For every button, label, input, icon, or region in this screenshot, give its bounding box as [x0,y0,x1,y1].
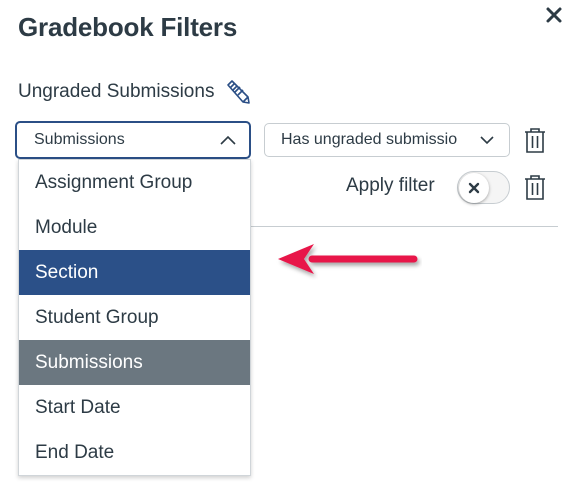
menu-item-label: Start Date [35,396,121,418]
menu-item-assignment-group[interactable]: Assignment Group [19,160,250,205]
toggle-knob [459,173,489,203]
trash-icon [525,128,545,153]
menu-item-label: Submissions [35,351,143,373]
menu-item-module[interactable]: Module [19,205,250,250]
menu-item-label: End Date [35,441,115,463]
filter-value-value: Has ungraded submissio [281,131,458,148]
delete-filter-button[interactable] [523,173,547,201]
apply-filter-toggle[interactable] [457,171,510,204]
apply-filter-label: Apply filter [346,175,435,196]
close-button[interactable] [543,4,564,26]
x-icon [468,182,480,194]
annotation-arrow-icon [278,244,418,274]
delete-condition-button[interactable] [523,126,547,154]
menu-item-label: Assignment Group [35,171,193,193]
menu-item-start-date[interactable]: Start Date [19,385,250,430]
menu-item-label: Student Group [35,306,159,328]
menu-item-label: Section [35,261,99,283]
filter-type-menu: Assignment Group Module Section Student … [18,159,251,476]
divider [250,226,558,227]
filter-name-label: Ungraded Submissions [18,81,215,102]
menu-item-submissions[interactable]: Submissions [19,340,250,385]
close-icon [546,7,562,23]
filter-type-select[interactable]: Submissions [15,121,251,159]
pencil-icon[interactable] [224,78,252,106]
filter-type-value: Submissions [34,131,125,148]
menu-item-end-date[interactable]: End Date [19,430,250,475]
chevron-up-icon [220,135,236,145]
filter-value-select[interactable]: Has ungraded submissio [264,123,510,157]
chevron-down-icon [480,136,494,145]
page-title: Gradebook Filters [18,12,238,42]
menu-item-student-group[interactable]: Student Group [19,295,250,340]
filter-name: Ungraded Submissions [18,78,252,106]
menu-item-section[interactable]: Section [19,250,250,295]
menu-item-label: Module [35,216,98,238]
trash-icon [525,175,545,200]
